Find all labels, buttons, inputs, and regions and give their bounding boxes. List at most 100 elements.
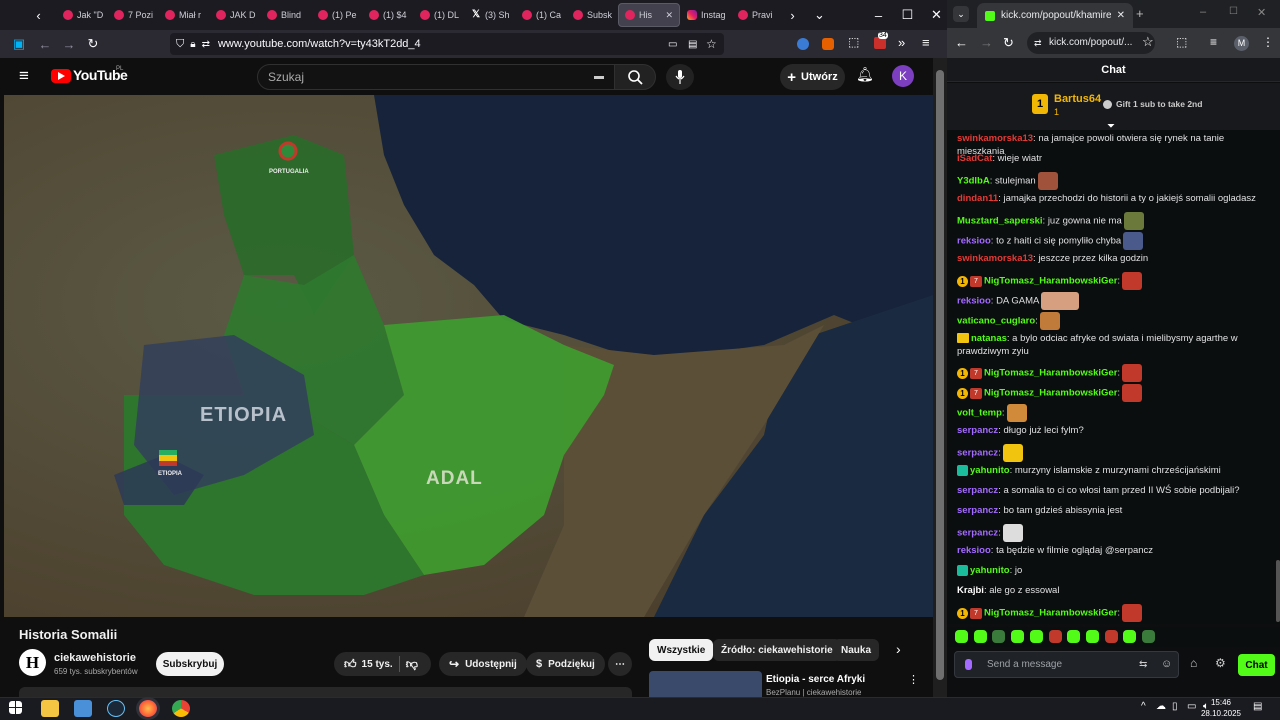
chat-username[interactable]: dindan11 <box>957 193 998 204</box>
firefox-tab[interactable]: (1) Ca <box>516 3 566 27</box>
tab-scroll-left-icon[interactable]: ‹ <box>28 4 49 26</box>
close-window-icon[interactable]: ✕ <box>926 4 947 26</box>
firefox-tab[interactable]: (1) DL <box>414 3 464 27</box>
new-tab-icon[interactable]: + <box>1136 6 1144 21</box>
chat-username[interactable]: volt_temp <box>957 408 1002 419</box>
chrome-extensions-icon[interactable]: ⬚ <box>1176 35 1187 49</box>
steam-icon[interactable] <box>107 700 125 717</box>
notifications-bell-icon[interactable]: 🔔︎ <box>856 66 874 83</box>
lock-icon[interactable]: 🔒︎ <box>190 39 195 50</box>
overflow-chevron-icon[interactable]: » <box>898 35 905 50</box>
windows-start-icon[interactable] <box>9 701 22 714</box>
scrollbar-thumb[interactable] <box>936 70 944 680</box>
chrome-profile-avatar[interactable]: M <box>1234 36 1249 51</box>
reload-icon[interactable]: ↻ <box>82 33 104 55</box>
extensions-icon[interactable]: ⬚ <box>848 35 859 49</box>
chat-username[interactable]: reksioo <box>957 545 991 556</box>
quick-emote-icon[interactable] <box>973 630 987 643</box>
extension-shield-icon[interactable] <box>797 38 809 50</box>
chip-source[interactable]: Źródło: ciekawehistorie <box>713 639 841 661</box>
chrome-maximize-icon[interactable]: ☐ <box>1229 6 1238 17</box>
maximize-icon[interactable]: ☐ <box>897 4 918 26</box>
chrome-active-tab[interactable]: kick.com/popout/khamires/cha ✕ <box>977 3 1133 28</box>
user-avatar[interactable]: K <box>892 65 914 87</box>
chat-username[interactable]: natanas <box>971 333 1007 344</box>
firefox-tab[interactable]: Jak "D <box>57 3 107 27</box>
chrome-url-text[interactable]: kick.com/popout/... <box>1049 37 1132 48</box>
thumbs-down-icon[interactable]: 👎︎ <box>406 657 418 672</box>
chrome-bookmark-star-icon[interactable]: ☆ <box>1142 34 1154 50</box>
chat-username[interactable]: swinkamorska13 <box>957 253 1033 264</box>
chat-scrollbar[interactable] <box>1276 560 1280 622</box>
chrome-tab-search-icon[interactable]: ⌄ <box>953 6 969 22</box>
quick-emote-icon[interactable] <box>1048 630 1062 643</box>
chat-username[interactable]: NigTomasz_HarambowskiGer <box>984 388 1117 399</box>
forward-icon[interactable]: → <box>58 33 80 55</box>
related-video-title[interactable]: Etiopia - serce Afryki <box>766 674 865 685</box>
reader-view-icon[interactable]: ▤ <box>688 39 697 50</box>
chat-username[interactable]: yahunito <box>970 465 1010 476</box>
chrome-media-icon[interactable]: ≡ <box>1210 35 1217 49</box>
quick-emote-icon[interactable] <box>1067 630 1081 643</box>
tray-app-icon[interactable]: ▯ <box>1172 701 1178 712</box>
quick-emote-icon[interactable] <box>1123 630 1137 643</box>
quick-emote-icon[interactable] <box>1085 630 1099 643</box>
chat-username[interactable]: Y3dlbA <box>957 176 990 187</box>
keyboard-icon[interactable]: ▬ <box>594 65 604 89</box>
chrome-close-icon[interactable]: ✕ <box>1257 6 1266 19</box>
top-gifter-name[interactable]: Bartus64 <box>1054 93 1101 105</box>
chat-username[interactable]: swinkamorska13 <box>957 133 1033 144</box>
subscribe-button[interactable]: Subskrybuj <box>156 652 224 676</box>
tray-overflow-icon[interactable]: ^ <box>1141 701 1146 712</box>
description-box[interactable] <box>19 687 632 697</box>
minimize-icon[interactable]: – <box>868 4 889 26</box>
chat-username[interactable]: serpancz <box>957 485 998 496</box>
channel-name[interactable]: ciekawehistorie <box>54 652 136 664</box>
search-button[interactable] <box>614 64 656 90</box>
hamburger-menu-icon[interactable]: ≡ <box>19 66 29 86</box>
firefox-tab[interactable]: His ✕ <box>618 3 680 27</box>
create-button[interactable]: + Utwórz <box>780 64 845 90</box>
extension-fox-icon[interactable] <box>822 38 834 50</box>
chat-mic-icon[interactable] <box>965 659 972 670</box>
chat-username[interactable]: reksioo <box>957 236 991 247</box>
quick-emote-icon[interactable] <box>1029 630 1043 643</box>
quick-emote-icon[interactable] <box>1104 630 1118 643</box>
chat-username[interactable]: NigTomasz_HarambowskiGer <box>984 276 1117 287</box>
quick-emote-icon[interactable] <box>992 630 1006 643</box>
cloud-icon[interactable]: ☁ <box>1156 701 1166 712</box>
bookmark-star-icon[interactable]: ☆ <box>706 37 717 51</box>
thanks-button[interactable]: $ Podziękuj <box>526 652 605 676</box>
chips-next-icon[interactable]: › <box>896 641 901 657</box>
tab-scroll-right-icon[interactable]: › <box>782 4 803 26</box>
list-all-tabs-icon[interactable]: ⌄ <box>809 4 830 26</box>
chat-username[interactable]: Krajbi <box>957 585 984 596</box>
channel-avatar[interactable]: H <box>19 649 46 676</box>
chat-message-input[interactable]: Send a message ⇆ ☺ <box>954 651 1179 678</box>
chrome-menu-icon[interactable]: ⋮ <box>1262 35 1274 49</box>
firefox-tab[interactable]: JAK D <box>210 3 260 27</box>
store-icon[interactable]: ⌂ <box>1190 656 1197 670</box>
picture-in-picture-icon[interactable]: ▭ <box>668 39 677 50</box>
firefox-tab[interactable]: Instag <box>681 3 731 27</box>
chat-settings-gear-icon[interactable]: ⚙ <box>1215 656 1226 670</box>
chip-all[interactable]: Wszystkie <box>649 639 714 661</box>
firefox-taskbar-icon[interactable] <box>139 700 157 717</box>
chat-username[interactable]: serpancz <box>957 505 998 516</box>
firefox-tab[interactable]: Pravi <box>732 3 782 27</box>
more-actions-button[interactable]: ⋯ <box>608 652 632 676</box>
permissions-icon[interactable]: ⇄ <box>202 39 210 50</box>
chrome-reload-icon[interactable]: ↻ <box>1003 35 1014 51</box>
close-tab-icon[interactable]: ✕ <box>665 10 673 21</box>
page-scrollbar[interactable] <box>933 58 947 697</box>
chat-username[interactable]: vaticano_cuglaro <box>957 316 1035 327</box>
chat-username[interactable]: NigTomasz_HarambowskiGer <box>984 608 1117 619</box>
like-button[interactable]: 👍︎ 15 tys. <box>344 657 393 672</box>
firefox-tab[interactable]: 𝕏 (3) Sh <box>465 3 515 27</box>
quick-emote-icon[interactable] <box>1011 630 1025 643</box>
sidebar-toggle-icon[interactable]: ▣ <box>8 33 30 55</box>
chip-science[interactable]: Nauka <box>833 639 880 661</box>
chat-username[interactable]: serpancz <box>957 448 998 459</box>
chat-username[interactable]: Musztard_saperski <box>957 216 1043 227</box>
share-button[interactable]: ↪ Udostępnij <box>439 652 527 676</box>
